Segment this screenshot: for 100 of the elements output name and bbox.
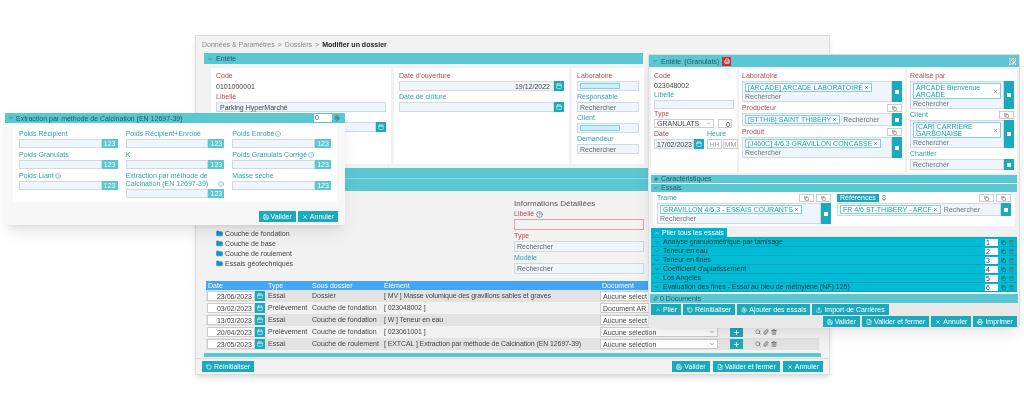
list-button[interactable] [1004, 159, 1014, 170]
list-icon [895, 89, 899, 94]
list-button[interactable] [1004, 120, 1014, 148]
copy-icon [1004, 112, 1009, 118]
remove-icon[interactable] [993, 88, 998, 94]
list-button[interactable] [892, 81, 902, 102]
copy-icon [892, 105, 897, 111]
calendar-icon [696, 141, 702, 147]
selected-chip [580, 83, 620, 89]
calendar-button[interactable] [554, 81, 564, 91]
trash-icon[interactable] [771, 341, 777, 347]
search-icon[interactable] [755, 341, 761, 347]
number-field[interactable] [232, 139, 315, 148]
remove-icon[interactable] [993, 127, 998, 133]
text-field[interactable] [654, 100, 734, 109]
copy-icon[interactable] [1001, 266, 1006, 272]
number-field[interactable] [19, 160, 102, 169]
copy-button[interactable] [996, 194, 1011, 202]
trash-icon[interactable] [1009, 239, 1014, 245]
list-icon [1007, 132, 1011, 136]
list-button[interactable] [892, 113, 902, 126]
copy-icon[interactable] [1001, 284, 1006, 290]
calendar-icon [257, 341, 263, 347]
copy-button[interactable] [999, 111, 1014, 119]
folder-icon [216, 260, 223, 267]
calendar-button[interactable] [694, 139, 704, 149]
calendar-button[interactable] [255, 315, 265, 325]
trash-icon[interactable] [1009, 257, 1014, 263]
panel-title: Informations Détaillées [514, 199, 596, 208]
remove-icon[interactable] [932, 207, 938, 212]
number-field[interactable] [125, 139, 209, 148]
remove-icon[interactable] [793, 207, 799, 212]
copy-button[interactable] [887, 104, 902, 112]
list-button[interactable] [1001, 203, 1011, 216]
copy-button[interactable] [979, 194, 994, 202]
calendar-button[interactable] [376, 122, 386, 132]
list-button[interactable] [892, 137, 902, 158]
calendar-button[interactable] [554, 102, 564, 112]
add-button[interactable] [730, 339, 743, 349]
copy-button[interactable] [799, 194, 814, 202]
number-field[interactable] [232, 160, 315, 169]
number-field[interactable] [19, 139, 102, 148]
list-icon [895, 145, 899, 150]
remove-icon[interactable] [863, 85, 869, 90]
number-field[interactable] [125, 189, 209, 198]
paperclip-icon [653, 296, 658, 301]
text-field[interactable] [514, 219, 644, 230]
folder-icon [216, 230, 223, 237]
help-icon[interactable] [536, 210, 544, 218]
upload-icon [816, 306, 823, 313]
plus-icon [733, 328, 740, 336]
folder-icon [216, 240, 223, 247]
file-check-icon [716, 363, 723, 370]
select-field[interactable] [577, 123, 639, 133]
trash-icon[interactable] [1009, 275, 1014, 281]
search-icon[interactable] [755, 329, 761, 335]
floppy-disk-icon [826, 318, 833, 325]
copy-icon[interactable] [1001, 248, 1006, 254]
calendar-button[interactable] [255, 291, 265, 301]
file-check-icon [866, 318, 872, 325]
folder-icon [216, 250, 223, 257]
plus-icon [653, 176, 659, 182]
copy-icon [892, 129, 897, 135]
remove-icon[interactable] [873, 141, 879, 146]
number-field[interactable] [232, 181, 315, 190]
number-field[interactable] [125, 160, 209, 169]
trash-icon[interactable] [771, 329, 777, 335]
selected-chip [580, 125, 620, 131]
copy-icon[interactable] [1001, 275, 1006, 281]
edit-icon[interactable] [1009, 57, 1016, 65]
copy-icon[interactable] [1001, 239, 1006, 245]
floppy-disk-icon [262, 213, 269, 220]
copy-button[interactable] [887, 128, 902, 136]
trash-icon[interactable] [1009, 248, 1014, 254]
number-field[interactable] [19, 181, 102, 190]
gear-icon[interactable] [334, 115, 340, 121]
list-button[interactable] [821, 203, 831, 224]
copy-icon[interactable] [1001, 257, 1006, 263]
calendar-button[interactable] [255, 303, 265, 313]
close-icon [935, 318, 942, 325]
select-field[interactable] [577, 81, 639, 91]
chevron-up-icon [655, 306, 661, 313]
calendar-icon [378, 124, 384, 130]
chevron-down-icon [652, 58, 658, 64]
calendar-button[interactable] [255, 327, 265, 337]
date-field[interactable] [399, 102, 554, 112]
pin-icon[interactable] [880, 195, 887, 201]
add-button[interactable] [730, 327, 743, 337]
building-icon [722, 56, 732, 66]
chevron-down-icon [207, 55, 213, 62]
copy-button[interactable] [816, 194, 831, 202]
calendar-button[interactable] [255, 339, 265, 349]
calendar-icon [257, 329, 263, 335]
list-button[interactable] [1004, 81, 1014, 109]
calendar-icon [257, 305, 263, 311]
remove-icon[interactable] [832, 117, 838, 122]
trash-icon[interactable] [1009, 284, 1014, 290]
list-icon [1004, 207, 1008, 212]
gear-icon [741, 306, 748, 313]
trash-icon[interactable] [1009, 266, 1014, 272]
